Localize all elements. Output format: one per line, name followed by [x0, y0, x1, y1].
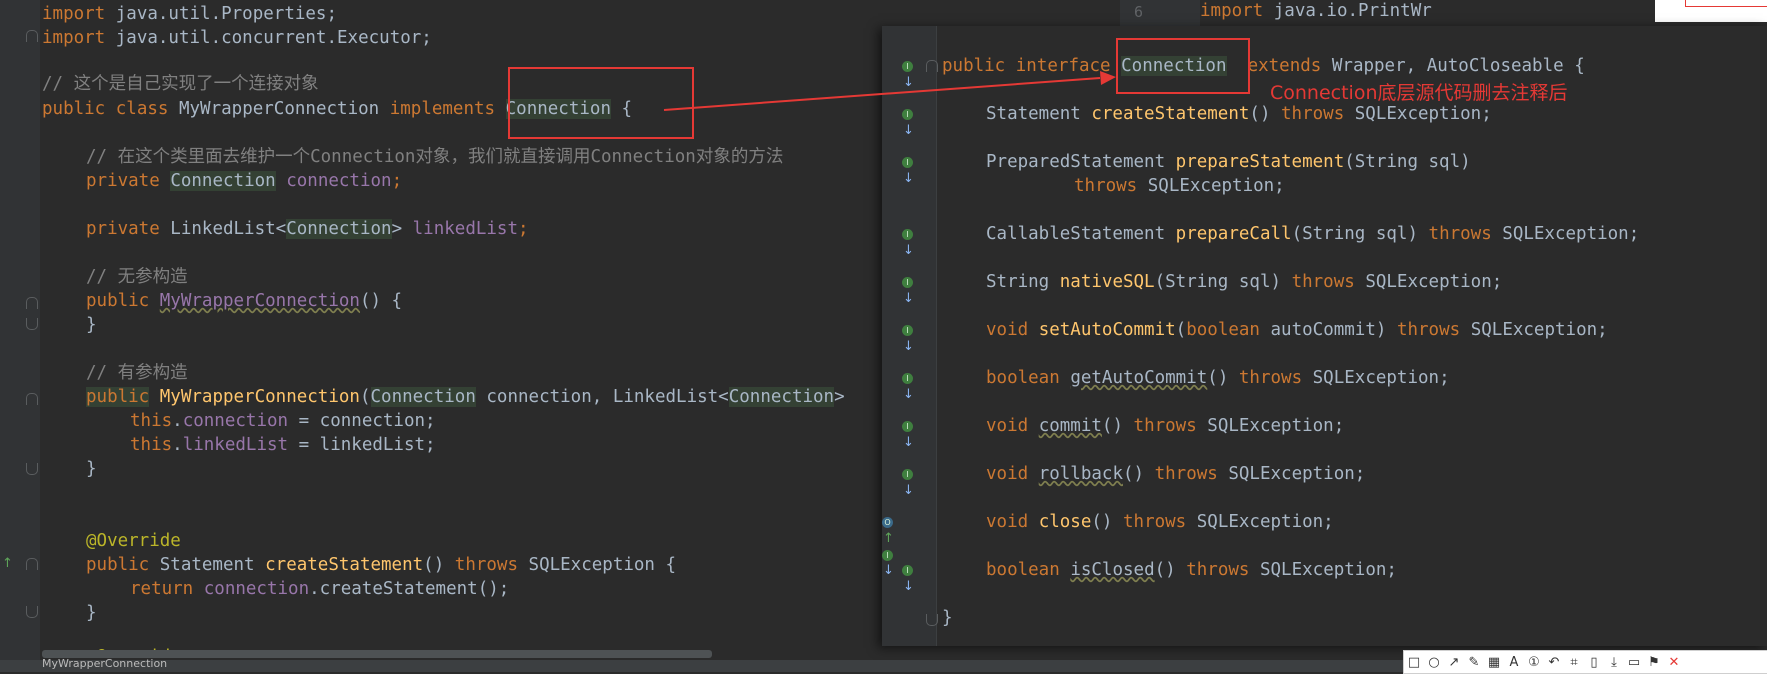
- bookmark-icon[interactable]: ⚑: [1644, 652, 1664, 672]
- mosaic-icon[interactable]: ▦: [1484, 652, 1504, 672]
- arrow-head: [1100, 71, 1116, 85]
- pen-icon[interactable]: ✎: [1464, 652, 1484, 672]
- undo-icon[interactable]: ↶: [1544, 652, 1564, 672]
- pin-icon[interactable]: ▯: [1584, 652, 1604, 672]
- ellipse-icon[interactable]: ○: [1424, 652, 1444, 672]
- close-icon[interactable]: ✕: [1664, 652, 1684, 672]
- save-icon[interactable]: ▭: [1624, 652, 1644, 672]
- screenshot-toolbar: □ ○ ↗ ✎ ▦ A ① ↶ ⌗ ▯ ⤓ ▭ ⚑ ✕: [1403, 650, 1767, 674]
- annotation-arrow: [663, 71, 1116, 111]
- number-icon[interactable]: ①: [1524, 652, 1544, 672]
- text-icon[interactable]: A: [1504, 652, 1524, 672]
- arrow-line: [663, 77, 1101, 111]
- rect-icon[interactable]: □: [1404, 652, 1424, 672]
- status-label: MyWrapperConnection: [42, 657, 168, 670]
- crop-icon[interactable]: ⌗: [1564, 652, 1584, 672]
- download-icon[interactable]: ⤓: [1604, 652, 1624, 672]
- arrow-icon[interactable]: ↗: [1444, 652, 1464, 672]
